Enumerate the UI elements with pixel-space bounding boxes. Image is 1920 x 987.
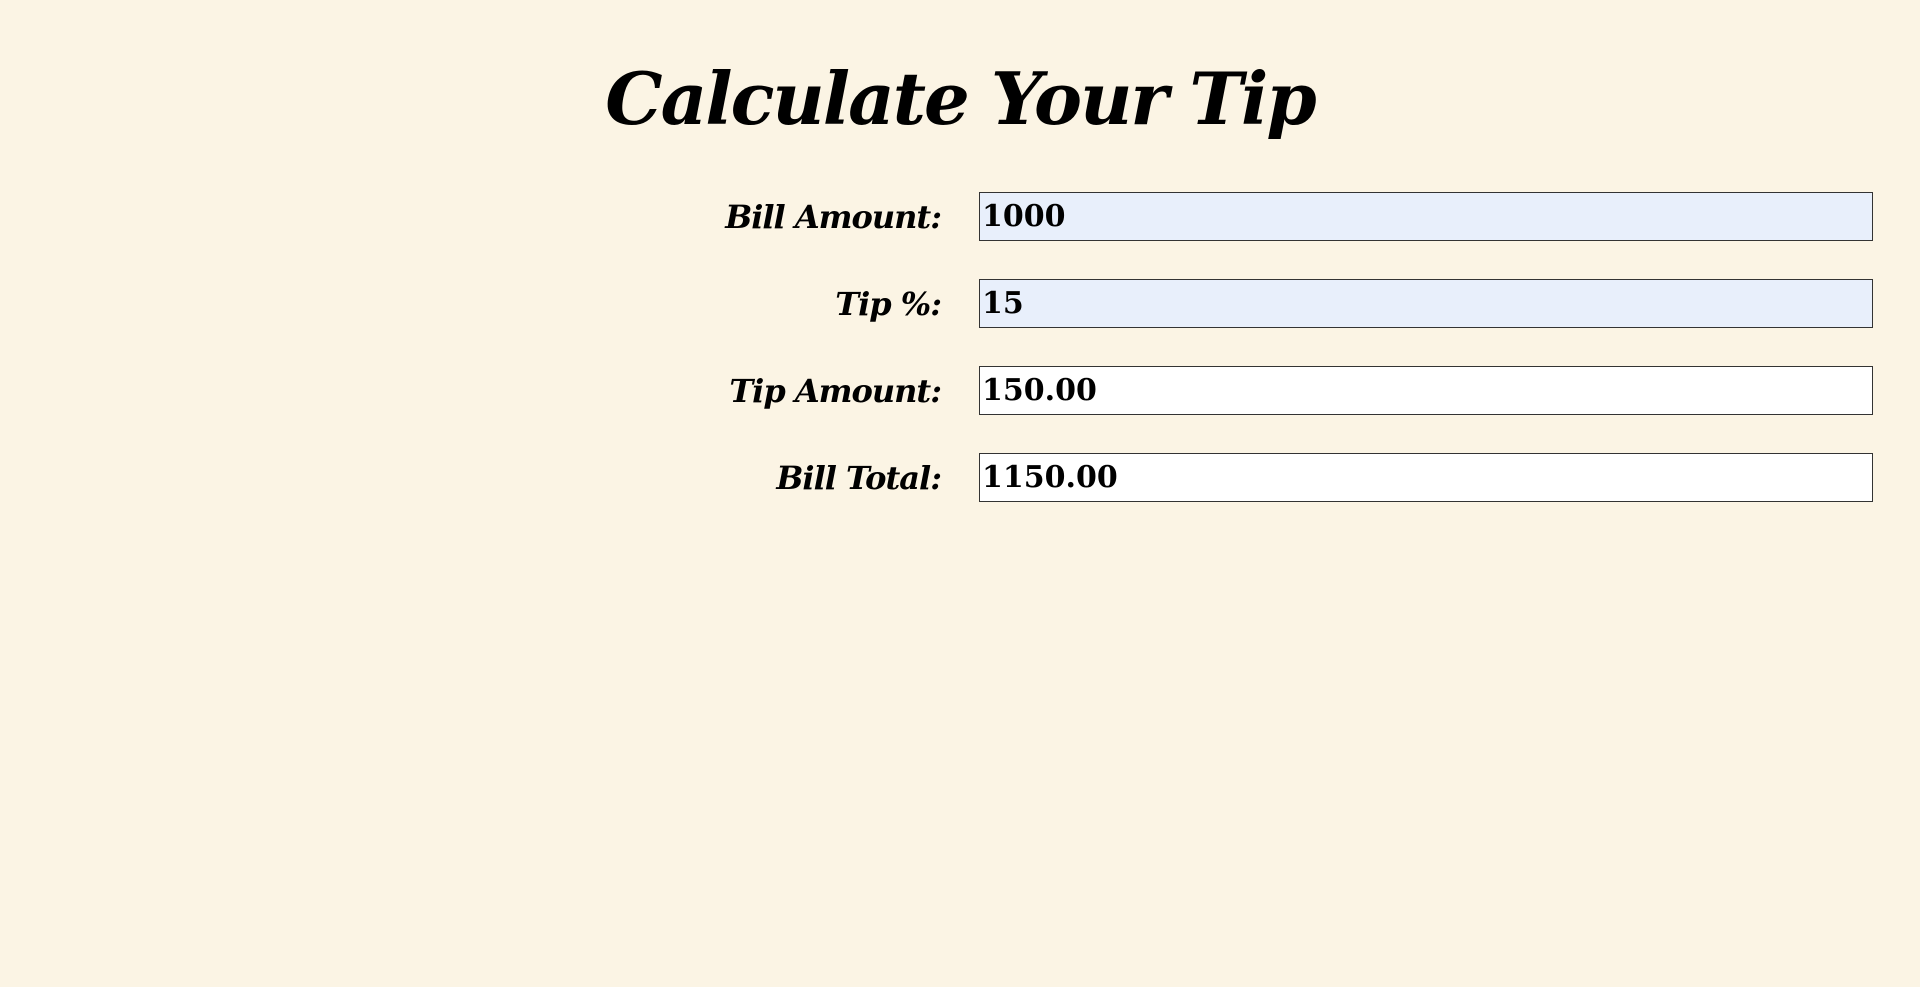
bill-amount-label: Bill Amount: bbox=[725, 198, 942, 236]
form-row-bill-amount: Bill Amount: bbox=[0, 192, 1920, 243]
form-row-bill-total: Bill Total: bbox=[0, 453, 1920, 504]
form-row-tip-percent: Tip %: bbox=[0, 279, 1920, 330]
tip-percent-input[interactable] bbox=[979, 279, 1873, 328]
bill-amount-input[interactable] bbox=[979, 192, 1873, 241]
tip-amount-output[interactable] bbox=[979, 366, 1873, 415]
page-title: Calculate Your Tip bbox=[605, 56, 1316, 141]
tip-percent-label: Tip %: bbox=[835, 285, 942, 323]
bill-total-label: Bill Total: bbox=[776, 459, 942, 497]
bill-total-output[interactable] bbox=[979, 453, 1873, 502]
tip-amount-label: Tip Amount: bbox=[729, 372, 942, 410]
form-row-tip-amount: Tip Amount: bbox=[0, 366, 1920, 417]
